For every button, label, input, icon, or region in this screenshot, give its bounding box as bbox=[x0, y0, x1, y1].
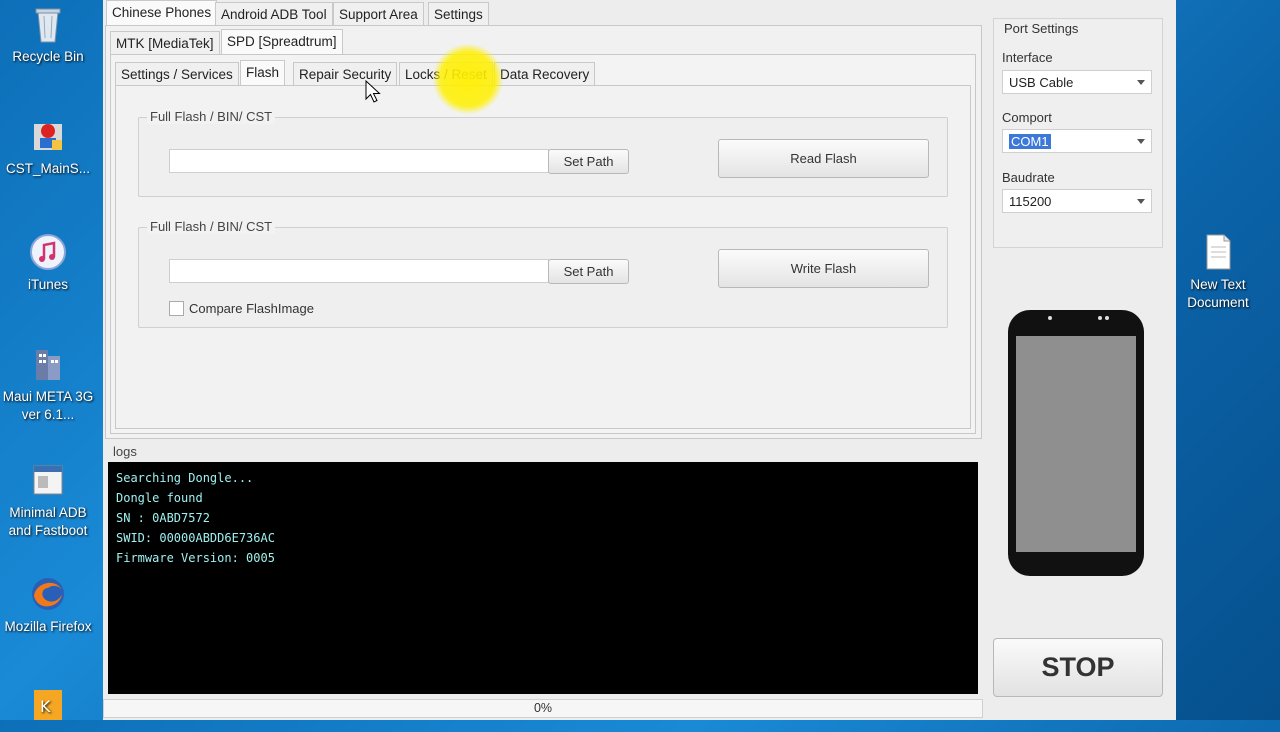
desktop-icon-new-text-document[interactable]: New Text Document bbox=[1170, 232, 1266, 312]
phone-camera-dot bbox=[1048, 316, 1052, 320]
tab-chinese-phones[interactable]: Chinese Phones bbox=[106, 0, 218, 26]
phone-sensor-dot bbox=[1098, 316, 1102, 320]
mouse-pointer-icon bbox=[365, 80, 381, 103]
window-app-icon bbox=[33, 465, 63, 495]
tab-flash[interactable]: Flash bbox=[240, 60, 286, 86]
comport-label: Comport bbox=[1002, 110, 1052, 125]
flash-tool-window: Chinese Phones Android ADB Tool Support … bbox=[103, 0, 1176, 720]
desktop-icon-firefox[interactable]: Mozilla Firefox bbox=[0, 574, 96, 636]
write-set-path-button[interactable]: Set Path bbox=[548, 259, 629, 284]
log-line: Firmware Version: 0005 bbox=[116, 551, 275, 565]
svg-text:K: K bbox=[40, 697, 51, 716]
log-line: SWID: 00000ABDD6E736AC bbox=[116, 531, 275, 545]
itunes-icon bbox=[30, 234, 66, 270]
log-line: SN : 0ABD7572 bbox=[116, 511, 210, 525]
interface-label: Interface bbox=[1002, 50, 1053, 65]
read-flash-group: Full Flash / BIN/ CST Set Path Read Flas… bbox=[138, 109, 948, 197]
progress-bar: 0% bbox=[103, 699, 983, 718]
logs-console[interactable]: Searching Dongle... Dongle found SN : 0A… bbox=[108, 462, 978, 694]
progress-text: 0% bbox=[533, 701, 553, 715]
chevron-down-icon bbox=[1137, 199, 1145, 204]
stop-button[interactable]: STOP bbox=[993, 638, 1163, 697]
firefox-icon bbox=[32, 578, 64, 610]
read-flash-group-title: Full Flash / BIN/ CST bbox=[147, 109, 276, 124]
interface-select[interactable]: USB Cable bbox=[1002, 70, 1152, 94]
phone-illustration bbox=[1008, 310, 1144, 576]
tab-repair-security[interactable]: Repair Security bbox=[293, 62, 398, 86]
read-flash-path-input[interactable] bbox=[169, 149, 549, 173]
cursor-highlight bbox=[433, 44, 503, 114]
desktop-icon-itunes[interactable]: iTunes bbox=[0, 232, 96, 294]
log-line: Dongle found bbox=[116, 491, 203, 505]
cst-app-icon bbox=[34, 124, 62, 150]
port-settings-panel: Port Settings Interface USB Cable Compor… bbox=[993, 18, 1163, 248]
comport-select[interactable]: COM1 bbox=[1002, 129, 1152, 153]
desktop-icon-maui-meta[interactable]: Maui META 3G ver 6.1... bbox=[0, 344, 96, 424]
compare-flashimage-label: Compare FlashImage bbox=[189, 301, 314, 316]
write-flash-group-title: Full Flash / BIN/ CST bbox=[147, 219, 276, 234]
read-set-path-button[interactable]: Set Path bbox=[548, 149, 629, 174]
compare-flashimage-checkbox[interactable] bbox=[169, 301, 184, 316]
write-flash-button[interactable]: Write Flash bbox=[718, 249, 929, 288]
tab-settings-services[interactable]: Settings / Services bbox=[115, 62, 239, 86]
tab-mtk-mediatek[interactable]: MTK [MediaTek] bbox=[110, 31, 220, 55]
desktop-icon-minimal-adb[interactable]: Minimal ADB and Fastboot bbox=[0, 460, 96, 540]
chevron-down-icon bbox=[1137, 80, 1145, 85]
baudrate-label: Baudrate bbox=[1002, 170, 1055, 185]
write-flash-group: Full Flash / BIN/ CST Set Path Write Fla… bbox=[138, 219, 948, 328]
tab-android-adb-tool[interactable]: Android ADB Tool bbox=[215, 2, 333, 26]
read-flash-button[interactable]: Read Flash bbox=[718, 139, 929, 178]
app-shortcut-icon: K bbox=[34, 690, 62, 720]
tab-data-recovery[interactable]: Data Recovery bbox=[494, 62, 596, 86]
phone-sensor-dot bbox=[1105, 316, 1109, 320]
port-settings-title: Port Settings bbox=[1004, 21, 1079, 36]
recycle-bin-icon bbox=[35, 8, 61, 43]
desktop-icon-cst[interactable]: CST_MainS... bbox=[0, 116, 96, 178]
log-line: Searching Dongle... bbox=[116, 471, 254, 485]
text-document-icon bbox=[1206, 234, 1231, 270]
baudrate-select[interactable]: 115200 bbox=[1002, 189, 1152, 213]
desktop-icon-recycle-bin[interactable]: Recycle Bin bbox=[0, 4, 96, 66]
desktop-icon-kingo[interactable]: K bbox=[0, 688, 96, 732]
tab-settings[interactable]: Settings bbox=[428, 2, 489, 26]
building-icon bbox=[36, 350, 60, 380]
phone-screen bbox=[1016, 336, 1136, 552]
logs-title: logs bbox=[113, 444, 137, 459]
chevron-down-icon bbox=[1137, 139, 1145, 144]
tab-support-area[interactable]: Support Area bbox=[333, 2, 424, 26]
write-flash-path-input[interactable] bbox=[169, 259, 549, 283]
tab-spd-spreadtrum[interactable]: SPD [Spreadtrum] bbox=[221, 29, 343, 55]
